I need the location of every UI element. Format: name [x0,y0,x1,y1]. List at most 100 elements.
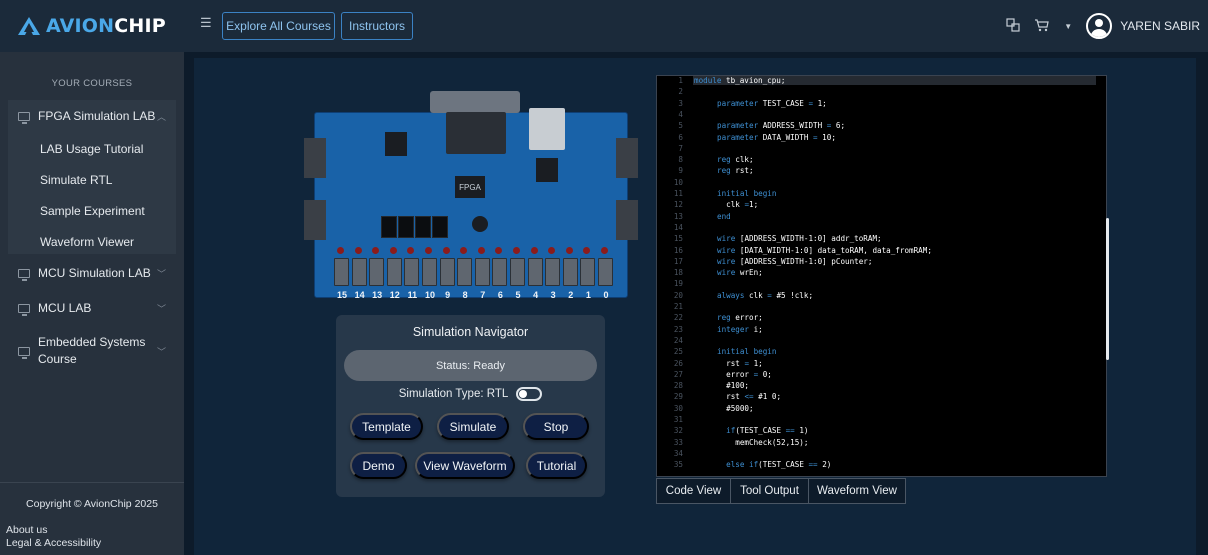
code-text: rst = 1; [717,358,763,368]
line-number: 13 [673,211,683,221]
toggle-switch[interactable] [334,258,349,286]
line-number: 17 [673,256,683,266]
view-waveform-button[interactable]: View Waveform [415,452,515,479]
sidebar-item-label: MCU Simulation LAB [38,266,151,280]
toggle-switch[interactable] [404,258,420,286]
seven-segment-digit [415,216,431,238]
code-line: 4 [657,110,1106,120]
menu-icon[interactable]: ☰ [200,16,212,29]
sidebar-item-mcu-simulation-lab[interactable]: MCU Simulation LAB ﹀ [8,264,176,282]
chevron-down-icon: ﹀ [156,268,166,279]
sidebar-item-embedded-systems-course[interactable]: Embedded Systems Course ﹀ [8,334,176,368]
code-text: error = 0; [717,369,772,379]
line-number: 15 [673,234,683,244]
instructors-button[interactable]: Instructors [341,12,413,40]
simulate-button[interactable]: Simulate [437,413,509,440]
toggle-switch[interactable] [527,258,543,286]
line-number: 24 [673,335,683,345]
toggle-switch[interactable] [457,258,473,286]
line-number: 32 [673,426,683,436]
monitor-icon [18,303,30,316]
toggle-switch[interactable] [562,258,578,286]
line-number: 7 [678,143,683,153]
line-number: 3 [678,98,683,108]
code-line: 32 if(TEST_CASE == 1) [657,426,1106,436]
sidebar-subitem-sample-experiment[interactable]: Sample Experiment [40,204,145,218]
legal-accessibility-link[interactable]: Legal & Accessibility [6,537,101,549]
editor-scrollbar[interactable] [1106,218,1109,360]
code-line: 19 [657,280,1106,289]
code-text: #100; [717,381,750,391]
toggle-switch[interactable] [369,258,385,286]
toggle-switch[interactable] [422,258,437,286]
code-line: 1 module tb_avion_cpu; [657,76,1106,86]
code-line: 25 initial begin [657,347,1106,357]
buzzer [472,216,488,232]
chevron-down-icon: ﹀ [156,303,166,314]
code-line: 12 clk =1; [657,200,1106,210]
code-line: 14 [657,223,1106,233]
line-number: 2 [678,87,683,97]
vga-port [446,112,506,154]
toggle-switch[interactable] [474,258,490,286]
led-indicator [337,247,344,254]
line-number: 27 [673,369,683,379]
cart-icon[interactable] [1034,18,1050,35]
chevron-down-icon[interactable]: ▼ [1064,22,1072,31]
sidebar-item-label: Embedded Systems Course [38,335,146,366]
status-indicator: Status: Ready [344,350,597,381]
template-button[interactable]: Template [350,413,423,440]
brand-logo[interactable]: AVIONCHIP [0,0,184,52]
toggle-switch[interactable] [439,258,455,286]
sidebar-subitem-lab-usage-tutorial[interactable]: LAB Usage Tutorial [40,142,143,156]
code-line: 18 wire wrEn; [657,268,1106,278]
explore-all-courses-button[interactable]: Explore All Courses [222,12,335,40]
sidebar: YOUR COURSES FPGA Simulation LAB ︿ LAB U… [0,52,184,555]
toggle-switch[interactable] [351,258,367,286]
editor-tabs: Code View Tool Output Waveform View [656,478,906,504]
line-number: 5 [678,121,683,131]
user-name[interactable]: YAREN SABIR [1120,19,1200,33]
seven-segment-digit [381,216,397,238]
language-icon[interactable] [1006,17,1020,35]
led-indicator [425,247,432,254]
toggle-switch[interactable] [545,258,561,286]
code-text: clk =1; [717,200,759,210]
code-line: 9 reg rst; [657,167,1106,176]
sidebar-subitem-waveform-viewer[interactable]: Waveform Viewer [40,235,134,249]
sidebar-item-label: MCU LAB [38,301,92,315]
monitor-icon [18,268,30,281]
simulation-type-toggle[interactable] [516,387,543,401]
line-number: 30 [673,403,683,413]
toggle-switch[interactable] [580,258,596,286]
line-number: 1 [678,76,683,85]
line-number: 33 [673,437,683,447]
led-indicator [354,247,362,254]
tutorial-button[interactable]: Tutorial [526,452,587,479]
user-avatar-icon[interactable] [1086,13,1113,39]
demo-button[interactable]: Demo [350,452,407,479]
tab-waveform-view[interactable]: Waveform View [809,478,906,504]
about-us-link[interactable]: About us [6,524,47,536]
code-text: reg error; [717,313,763,323]
sidebar-subitem-simulate-rtl[interactable]: Simulate RTL [40,173,112,187]
top-navbar: AVIONCHIP ☰ Explore All Courses Instruct… [0,0,1208,52]
sidebar-item-fpga-simulation-lab[interactable]: FPGA Simulation LAB ︿ [8,100,176,132]
toggle-switch[interactable] [386,258,402,286]
line-number: 10 [673,177,683,187]
code-line: 6 parameter DATA_WIDTH = 10; [657,133,1106,143]
sidebar-item-mcu-lab[interactable]: MCU LAB ﹀ [8,299,176,317]
toggle-switch[interactable] [598,258,613,286]
code-text: parameter TEST_CASE = 1; [717,98,827,108]
toggle-switch[interactable] [492,258,508,286]
code-editor[interactable]: 1 module tb_avion_cpu; 2 3 parameter TEST_CA… [656,75,1107,477]
stop-button[interactable]: Stop [523,413,589,440]
simulation-type-label: Simulation Type: RTL [398,388,509,400]
line-number: 8 [678,155,683,165]
toggle-switch[interactable] [510,258,525,286]
code-line: 13 end [657,211,1106,222]
tab-tool-output[interactable]: Tool Output [731,478,809,504]
pmod-connector [304,200,326,240]
code-line: 21 [657,302,1106,312]
tab-code-view[interactable]: Code View [656,478,731,504]
